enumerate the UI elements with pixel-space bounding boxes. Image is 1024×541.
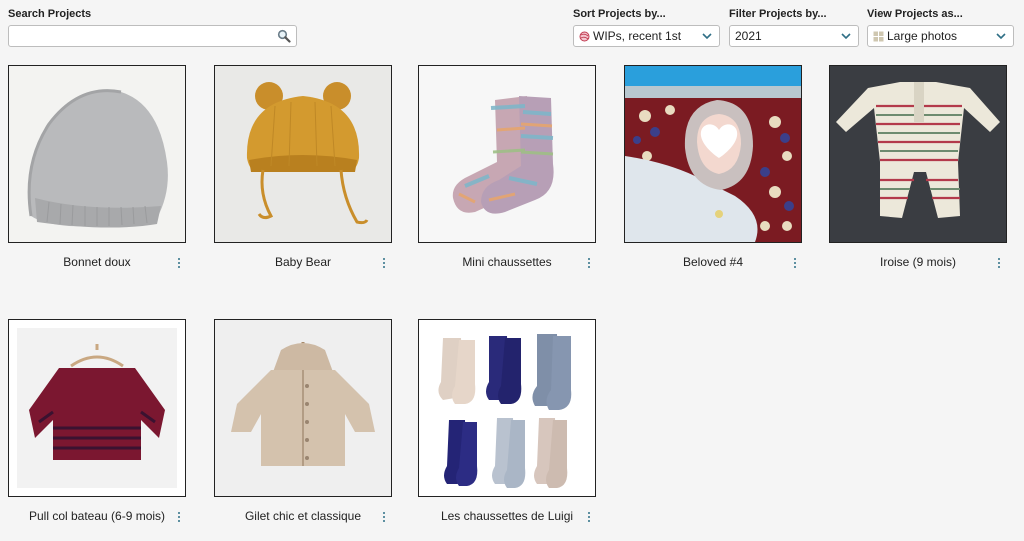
project-title[interactable]: Gilet chic et classique xyxy=(214,509,392,523)
more-options-icon[interactable] xyxy=(174,256,184,270)
more-options-icon[interactable] xyxy=(379,256,389,270)
more-options-icon[interactable] xyxy=(174,510,184,524)
project-title[interactable]: Baby Bear xyxy=(214,255,392,269)
project-photo[interactable] xyxy=(830,66,1006,242)
search-icon[interactable] xyxy=(277,29,291,43)
sort-selected-value: WIPs, recent 1st xyxy=(593,29,682,43)
project-title[interactable]: Bonnet doux xyxy=(8,255,186,269)
search-input[interactable] xyxy=(13,27,277,47)
project-card[interactable] xyxy=(418,65,596,243)
more-options-icon[interactable] xyxy=(584,510,594,524)
more-options-icon[interactable] xyxy=(584,256,594,270)
more-options-icon[interactable] xyxy=(790,256,800,270)
project-card[interactable] xyxy=(829,65,1007,243)
project-photo[interactable] xyxy=(9,320,185,496)
search-field[interactable] xyxy=(8,25,297,47)
more-options-icon[interactable] xyxy=(994,256,1004,270)
more-options-icon[interactable] xyxy=(379,510,389,524)
project-title[interactable]: Pull col bateau (6-9 mois) xyxy=(8,509,186,523)
project-title[interactable]: Les chaussettes de Luigi xyxy=(418,509,596,523)
project-card[interactable] xyxy=(418,319,596,497)
sort-select[interactable]: WIPs, recent 1st xyxy=(573,25,720,47)
project-photo[interactable] xyxy=(215,320,391,496)
view-selected-value: Large photos xyxy=(887,29,958,43)
grid-icon xyxy=(873,31,884,41)
chevron-down-icon xyxy=(996,33,1006,40)
project-title[interactable]: Mini chaussettes xyxy=(418,255,596,269)
chevron-down-icon xyxy=(702,33,712,40)
project-photo[interactable] xyxy=(215,66,391,242)
project-title[interactable]: Iroise (9 mois) xyxy=(829,255,1007,269)
sort-label: Sort Projects by... xyxy=(573,8,666,20)
project-photo[interactable] xyxy=(419,66,595,242)
project-card[interactable] xyxy=(8,319,186,497)
project-photo[interactable] xyxy=(419,320,595,496)
project-card[interactable] xyxy=(8,65,186,243)
project-card[interactable] xyxy=(624,65,802,243)
project-title[interactable]: Beloved #4 xyxy=(624,255,802,269)
view-select[interactable]: Large photos xyxy=(867,25,1014,47)
filter-select[interactable]: 2021 xyxy=(729,25,859,47)
chevron-down-icon xyxy=(841,33,851,40)
filter-selected-value: 2021 xyxy=(735,29,762,43)
yarn-ball-icon xyxy=(579,31,590,41)
view-label: View Projects as... xyxy=(867,8,963,20)
project-photo[interactable] xyxy=(625,66,801,242)
filter-label: Filter Projects by... xyxy=(729,8,827,20)
search-label: Search Projects xyxy=(8,8,92,20)
project-card[interactable] xyxy=(214,319,392,497)
project-card[interactable] xyxy=(214,65,392,243)
project-photo[interactable] xyxy=(9,66,185,242)
